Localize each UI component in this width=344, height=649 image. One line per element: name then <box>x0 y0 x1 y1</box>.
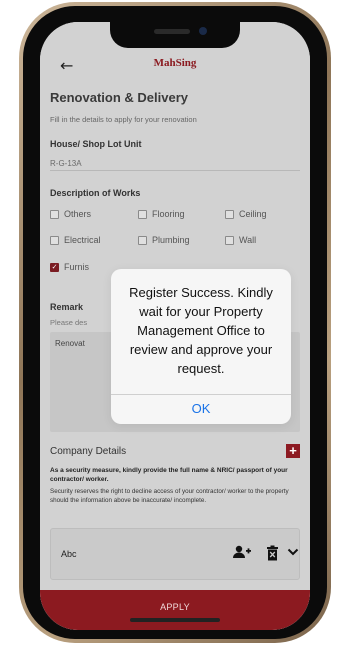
checkbox-box[interactable] <box>138 235 147 245</box>
remark-label: Remark <box>50 302 84 312</box>
camera <box>199 27 207 35</box>
house-unit-value[interactable]: R-G-13A <box>50 159 82 168</box>
remark-hint-left: Please des <box>50 318 88 327</box>
screen: ← MahSing Renovation & Delivery Fill in … <box>40 22 310 630</box>
top-bar: ← MahSing <box>40 48 310 80</box>
checkbox-electrical[interactable]: Electrical <box>50 235 101 245</box>
contractor-name: Abc <box>61 549 77 559</box>
checkbox-furnishing[interactable]: ✓ Furnis <box>50 262 89 272</box>
checkbox-label: Wall <box>239 235 257 245</box>
checkbox-label: Ceiling <box>239 209 267 219</box>
checkbox-label: Flooring <box>152 209 185 219</box>
page-subtitle: Fill in the details to apply for your re… <box>50 115 197 124</box>
alert-message: Register Success. Kindly wait for your P… <box>129 285 273 376</box>
apply-button[interactable]: APPLY <box>40 590 310 630</box>
checkbox-box[interactable] <box>225 209 234 219</box>
success-alert-dialog: Register Success. Kindly wait for your P… <box>111 269 291 424</box>
description-of-works-label: Description of Works <box>50 188 141 198</box>
home-indicator <box>130 618 220 622</box>
checkbox-label: Plumbing <box>152 235 190 245</box>
mahsing-logo: MahSing <box>153 57 197 69</box>
security-note: Security reserves the right to decline a… <box>50 488 289 504</box>
house-unit-underline <box>50 170 300 171</box>
checkbox-label: Furnis <box>64 262 90 272</box>
phone-bezel: ← MahSing Renovation & Delivery Fill in … <box>23 6 327 639</box>
checkbox-wall[interactable]: Wall <box>225 235 256 245</box>
remark-text: Renovat <box>55 339 85 348</box>
checkbox-label: Electrical <box>64 235 101 245</box>
notch <box>110 22 240 48</box>
phone-frame: ← MahSing Renovation & Delivery Fill in … <box>19 2 331 643</box>
chevron-down-icon[interactable] <box>287 545 299 563</box>
house-unit-label: House/ Shop Lot Unit <box>50 139 142 149</box>
checkmark-icon[interactable]: ✓ <box>50 262 59 272</box>
page-title: Renovation & Delivery <box>50 90 188 105</box>
checkbox-box[interactable] <box>50 209 59 219</box>
security-instruction: As a security measure, kindly provide th… <box>50 467 288 483</box>
delete-icon[interactable] <box>266 545 279 565</box>
add-company-button[interactable]: + <box>286 444 300 458</box>
add-person-icon[interactable] <box>232 545 252 563</box>
speaker <box>154 29 190 34</box>
checkbox-others[interactable]: Others <box>50 209 91 219</box>
contractor-card: Abc <box>50 528 300 580</box>
company-details-title: Company Details <box>50 446 127 457</box>
checkbox-box[interactable] <box>225 235 234 245</box>
checkbox-ceiling[interactable]: Ceiling <box>225 209 267 219</box>
alert-ok-button[interactable]: OK <box>111 394 291 424</box>
checkbox-flooring[interactable]: Flooring <box>138 209 185 219</box>
checkbox-plumbing[interactable]: Plumbing <box>138 235 190 245</box>
checkbox-box[interactable] <box>138 209 147 219</box>
checkbox-label: Others <box>64 209 92 219</box>
checkbox-box[interactable] <box>50 235 59 245</box>
